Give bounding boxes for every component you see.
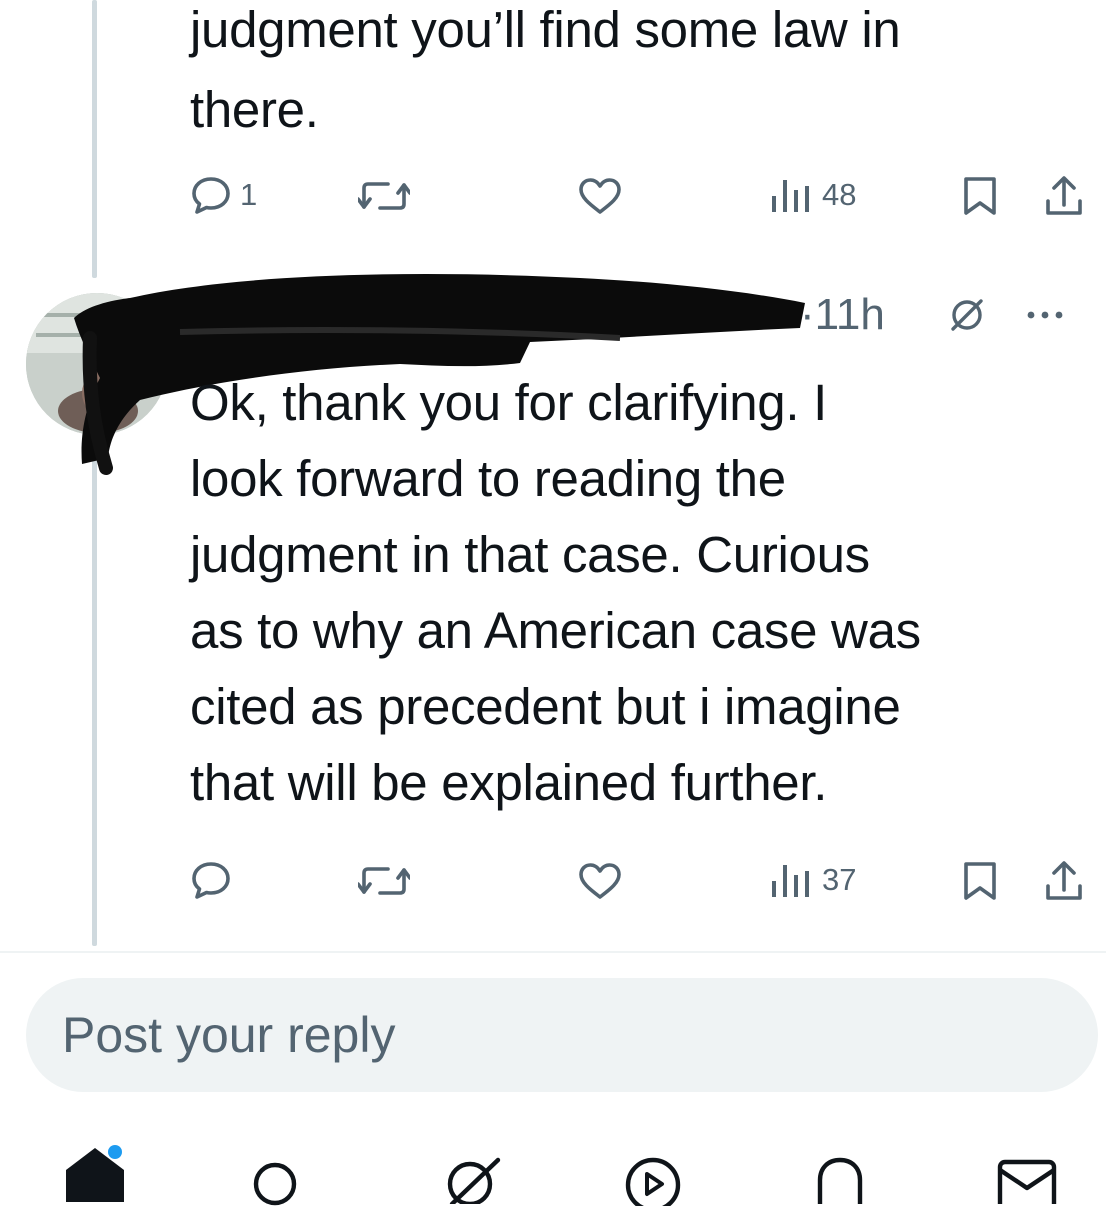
reply-line: look forward to reading the	[190, 450, 786, 507]
views-count: 37	[822, 862, 857, 897]
reply-placeholder: Post your reply	[62, 1007, 396, 1063]
reply-icon	[192, 177, 230, 214]
nav-notifications[interactable]	[812, 1154, 868, 1209]
share-icon	[1046, 861, 1082, 900]
share-icon	[1046, 176, 1082, 215]
bottom-nav	[0, 1130, 1106, 1213]
video-icon	[625, 1157, 681, 1213]
reply-meta: ·11h	[800, 290, 1065, 340]
previous-post-actions: 1 48	[0, 165, 1106, 225]
notification-dot	[108, 1145, 122, 1159]
reply-line: Ok, thank you for clarifying. I	[190, 374, 827, 431]
thread-line-top	[92, 0, 97, 278]
reply-count: 1	[240, 177, 258, 212]
more-icon[interactable]	[1025, 309, 1065, 321]
repost-button[interactable]	[358, 864, 418, 898]
reply-line: that will be explained further.	[190, 754, 828, 811]
bookmark-button[interactable]	[962, 860, 998, 902]
grok-icon[interactable]	[947, 295, 987, 335]
nav-messages[interactable]	[996, 1158, 1058, 1213]
views-icon	[772, 865, 809, 897]
reply-button[interactable]	[190, 860, 240, 900]
bell-icon	[817, 1157, 863, 1204]
previous-post-line: judgment you’ll find some law in	[190, 1, 901, 58]
grok-nav-icon	[447, 1157, 501, 1207]
nav-video[interactable]	[624, 1156, 682, 1213]
reply-line: cited as precedent but i imagine	[190, 678, 901, 735]
mail-icon	[997, 1159, 1057, 1213]
views-icon	[772, 180, 809, 212]
timestamp[interactable]: ·11h	[800, 290, 885, 340]
bookmark-icon	[964, 862, 996, 900]
repost-icon	[358, 867, 410, 895]
views-button[interactable]: 48	[770, 176, 856, 214]
like-button[interactable]	[578, 177, 630, 215]
like-button[interactable]	[578, 862, 630, 900]
reply-line: judgment in that case. Curious	[190, 526, 870, 583]
previous-post-text: judgment you’ll find some law in there.	[190, 0, 901, 150]
reply-post-text: Ok, thank you for clarifying. I look for…	[190, 365, 921, 821]
nav-grok[interactable]	[440, 1154, 504, 1209]
divider	[0, 951, 1106, 953]
views-button[interactable]: 37	[770, 861, 856, 899]
reply-line: as to why an American case was	[190, 602, 921, 659]
like-icon	[579, 863, 621, 899]
like-icon	[579, 178, 621, 214]
bookmark-button[interactable]	[962, 175, 998, 217]
reply-icon	[192, 862, 230, 899]
search-icon	[253, 1162, 297, 1206]
previous-post-line: there.	[190, 81, 319, 138]
repost-button[interactable]	[358, 179, 418, 213]
reply-composer[interactable]: Post your reply	[26, 978, 1098, 1092]
reply-post-actions: 37	[0, 850, 1106, 910]
share-button[interactable]	[1044, 860, 1084, 902]
repost-icon	[358, 182, 410, 210]
share-button[interactable]	[1044, 175, 1084, 217]
nav-search[interactable]	[250, 1158, 304, 1213]
views-count: 48	[822, 177, 857, 212]
reply-button[interactable]: 1	[190, 175, 257, 215]
bookmark-icon	[964, 177, 996, 215]
